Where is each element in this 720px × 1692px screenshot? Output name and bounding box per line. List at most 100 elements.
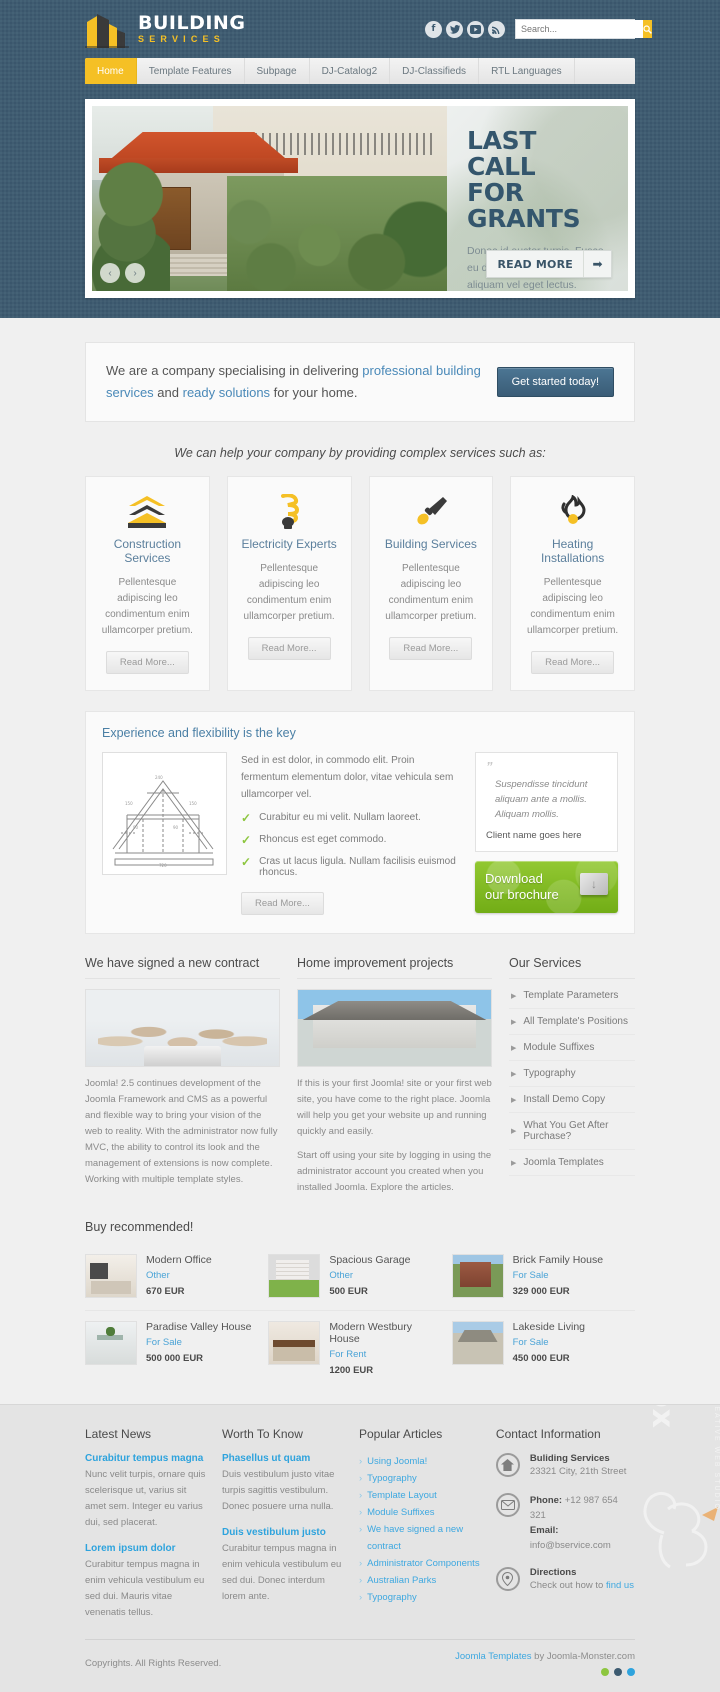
testimonial-box: ” Suspendisse tincidunt aliquam ante a m…: [475, 752, 618, 852]
recommended-item[interactable]: Lakeside Living For Sale 450 000 EUR: [451, 1311, 635, 1388]
arrow-right-icon: ➡: [583, 251, 611, 277]
property-category[interactable]: For Sale: [513, 1337, 585, 1348]
our-services-item-template-parameters[interactable]: ▶ Template Parameters: [509, 983, 635, 1009]
news-title[interactable]: Curabitur tempus magna: [85, 1453, 206, 1464]
dot-blue-light[interactable]: [627, 1668, 635, 1676]
popular-article-australian-parks[interactable]: › Australian Parks: [359, 1572, 480, 1589]
youtube-icon[interactable]: [467, 20, 484, 38]
property-name: Lakeside Living: [512, 1321, 586, 1333]
our-services-item-install-demo-copy[interactable]: ▶ Install Demo Copy: [509, 1087, 635, 1113]
contact-directions-label: Directions: [529, 1567, 577, 1578]
main-navigation[interactable]: Home Template Features Subpage DJ-Catalo…: [85, 58, 635, 84]
service-read-more-button[interactable]: Read More...: [247, 637, 331, 660]
service-card-construction[interactable]: Construction Services Pellentesque adipi…: [85, 476, 210, 691]
recommended-item[interactable]: Modern Westbury House For Rent 1200 EUR: [268, 1311, 451, 1388]
property-category[interactable]: For Sale: [146, 1337, 251, 1348]
service-description: Pellentesque adipiscing leo condimentum …: [243, 563, 335, 622]
our-services-item-label: Module Suffixes: [523, 1042, 595, 1053]
service-read-more-button[interactable]: Read More...: [389, 637, 473, 660]
get-started-button[interactable]: Get started today!: [496, 367, 614, 397]
svg-text:720: 720: [159, 863, 167, 868]
article-home-improvement: Home improvement projects If this is you…: [297, 956, 492, 1196]
popular-article-label: Using Joomla!: [367, 1456, 428, 1467]
dot-blue-dark[interactable]: [614, 1668, 622, 1676]
footer-contact-information: Contact Information Buliding Services 23…: [495, 1427, 635, 1621]
news-body: Nunc velit turpis, ornare quis scelerisq…: [85, 1469, 206, 1528]
nav-item-subpage[interactable]: Subpage: [244, 58, 310, 84]
recommended-item[interactable]: Spacious Garage Other 500 EUR: [268, 1244, 452, 1311]
our-services-item-all-templates-positions[interactable]: ▶ All Template's Positions: [509, 1009, 635, 1035]
contact-email-value[interactable]: info@bservice.com: [530, 1540, 611, 1551]
service-card-building[interactable]: Building Services Pellentesque adipiscin…: [368, 476, 494, 691]
recommended-item[interactable]: Paradise Valley House For Sale 500 000 E…: [85, 1311, 268, 1388]
news-title[interactable]: Phasellus ut quam: [222, 1453, 343, 1464]
experience-read-more-button[interactable]: Read More...: [241, 892, 324, 915]
rss-icon[interactable]: [488, 20, 505, 38]
popular-article-typography[interactable]: › Typography: [359, 1470, 480, 1487]
nav-item-rtl-languages[interactable]: RTL Languages: [479, 58, 575, 84]
search-box[interactable]: [515, 19, 652, 39]
caret-right-icon: ▶: [511, 1096, 517, 1104]
footer-credit: Joomla Templates by Joomla-Monster.com: [455, 1651, 635, 1676]
footer-column-title: Popular Articles: [358, 1427, 443, 1441]
slider-prev-icon[interactable]: ‹: [100, 263, 120, 283]
our-services-item-module-suffixes[interactable]: ▶ Module Suffixes: [509, 1035, 635, 1061]
nav-item-template-features[interactable]: Template Features: [136, 58, 245, 84]
contact-company-name: Buliding Services: [529, 1453, 610, 1464]
our-services-module: Our Services ▶ Template Parameters ▶ All…: [509, 956, 635, 1196]
popular-article-typography-2[interactable]: › Typography: [359, 1589, 480, 1606]
article-paragraph: If this is your first Joomla! site or yo…: [297, 1078, 492, 1137]
popular-article-module-suffixes[interactable]: › Module Suffixes: [359, 1504, 480, 1521]
credit-rest: by Joomla-Monster.com: [531, 1651, 635, 1662]
property-price: 670 EUR: [146, 1286, 185, 1297]
nav-item-dj-catalog2[interactable]: DJ-Catalog2: [309, 58, 391, 84]
service-read-more-button[interactable]: Read More...: [531, 651, 615, 674]
hero-read-more-button[interactable]: READ MORE ➡: [486, 250, 612, 278]
news-title[interactable]: Lorem ipsum dolor: [85, 1543, 206, 1554]
property-price: 500 EUR: [329, 1286, 368, 1297]
service-title: Electricity Experts: [241, 537, 337, 551]
svg-text:90: 90: [133, 825, 139, 830]
popular-article-administrator-components[interactable]: › Administrator Components: [359, 1555, 480, 1572]
property-category[interactable]: For Rent: [329, 1349, 443, 1360]
our-services-item-what-you-get-after-purchase[interactable]: ▶ What You Get After Purchase?: [509, 1113, 635, 1150]
our-services-item-typography[interactable]: ▶ Typography: [509, 1061, 635, 1087]
slider-next-icon[interactable]: ›: [125, 263, 145, 283]
property-category[interactable]: For Sale: [513, 1270, 603, 1281]
popular-article-new-contract[interactable]: › We have signed a new contract: [359, 1521, 480, 1555]
chevron-right-icon: ›: [358, 1473, 363, 1484]
site-logo[interactable]: BUILDING SERVICES: [85, 10, 245, 48]
joomla-templates-link[interactable]: Joomla Templates: [455, 1651, 531, 1662]
download-brochure-button[interactable]: Download our brochure ↓: [475, 861, 618, 913]
news-title[interactable]: Duis vestibulum justo: [222, 1527, 343, 1538]
find-us-link[interactable]: find us: [606, 1580, 634, 1591]
twitter-icon[interactable]: [446, 20, 463, 38]
nav-item-home[interactable]: Home: [85, 58, 137, 84]
popular-article-template-layout[interactable]: › Template Layout: [359, 1487, 480, 1504]
recommended-item[interactable]: Modern Office Other 670 EUR: [85, 1244, 269, 1311]
quote-mark-icon: ”: [486, 759, 493, 774]
promo-text-part2: and: [153, 385, 183, 400]
contact-directions-row: Directions Check out how to find us: [495, 1567, 635, 1593]
service-card-heating[interactable]: Heating Installations Pellentesque adipi…: [510, 476, 635, 691]
service-title: Building Services: [384, 537, 477, 551]
suburban-house-photo: [297, 989, 492, 1067]
property-category[interactable]: Other: [146, 1270, 212, 1281]
facebook-icon[interactable]: f: [425, 20, 442, 38]
search-button[interactable]: [643, 20, 652, 38]
mail-icon: [495, 1493, 520, 1517]
popular-article-using-joomla[interactable]: › Using Joomla!: [359, 1453, 480, 1470]
recommended-item[interactable]: Brick Family House For Sale 329 000 EUR: [451, 1244, 635, 1311]
nav-item-dj-classifieds[interactable]: DJ-Classifieds: [390, 58, 480, 84]
promo-link-ready-solutions[interactable]: ready solutions: [183, 385, 270, 400]
our-services-item-joomla-templates[interactable]: ▶ Joomla Templates: [509, 1150, 635, 1176]
svg-text:240: 240: [155, 775, 163, 780]
slider-controls[interactable]: ‹ ›: [100, 263, 145, 283]
property-category[interactable]: Other: [329, 1270, 410, 1281]
service-card-electricity[interactable]: Electricity Experts Pellentesque adipisc…: [226, 476, 352, 691]
experience-bullet: ✓ Cras ut lacus ligula. Nullam facilisis…: [241, 856, 461, 879]
dot-green[interactable]: [601, 1668, 609, 1676]
search-input[interactable]: [516, 20, 643, 38]
our-services-item-label: Typography: [523, 1068, 576, 1079]
service-read-more-button[interactable]: Read More...: [105, 651, 189, 674]
